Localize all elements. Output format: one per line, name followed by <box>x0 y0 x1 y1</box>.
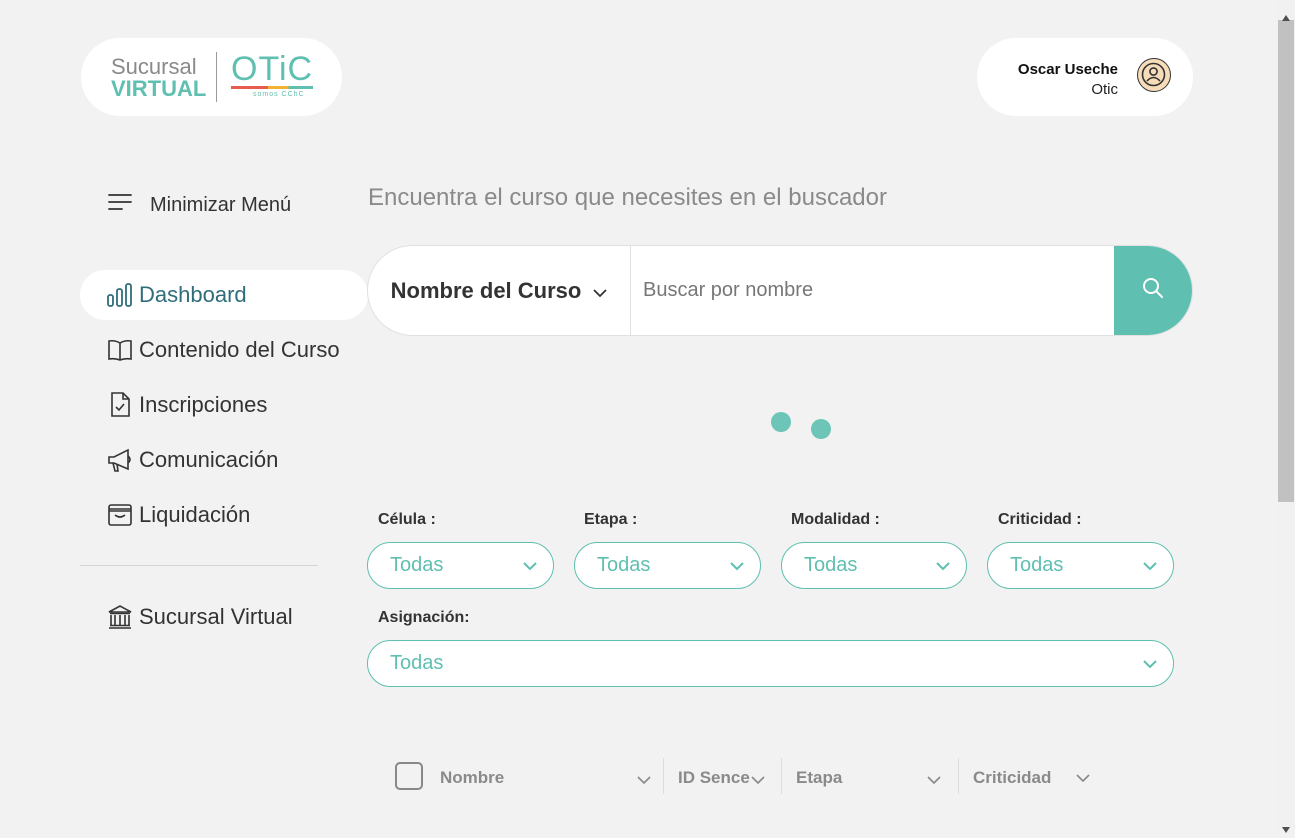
logo-tagline: somos CChC <box>253 91 305 98</box>
minimize-menu-label: Minimizar Menú <box>150 193 292 216</box>
chevron-down-icon[interactable] <box>637 772 651 790</box>
sidebar-item-comunicacion[interactable]: Comunicación <box>80 435 368 485</box>
chevron-down-icon <box>1143 554 1157 577</box>
logo-divider <box>216 52 217 102</box>
wallet-icon <box>107 502 133 528</box>
celula-select[interactable]: Todas <box>367 542 554 589</box>
user-circle-icon[interactable] <box>1137 58 1171 92</box>
chevron-down-icon <box>523 554 537 577</box>
loading-dot <box>811 419 831 439</box>
chevron-down-icon[interactable] <box>751 772 765 790</box>
column-header-id-sence[interactable]: ID Sence <box>678 768 750 788</box>
user-org: Otic <box>1091 81 1118 98</box>
chevron-down-icon <box>730 554 744 577</box>
select-value: Todas <box>597 554 651 576</box>
select-value: Todas <box>804 554 858 576</box>
column-header-etapa[interactable]: Etapa <box>796 768 842 788</box>
book-icon <box>107 337 133 363</box>
sidebar-item-sucursal-virtual[interactable]: Sucursal Virtual <box>80 592 368 642</box>
scroll-down-arrow-icon[interactable] <box>1282 820 1290 838</box>
user-name: Oscar Useche <box>1017 61 1118 78</box>
sidebar-item-label: Contenido del Curso <box>139 337 340 362</box>
filter-label-modalidad: Modalidad : <box>791 511 880 528</box>
bar-chart-icon <box>107 282 133 308</box>
column-separator <box>663 758 664 794</box>
chevron-down-icon <box>936 554 950 577</box>
filter-label-etapa: Etapa : <box>584 511 638 528</box>
search-bar: Nombre del Curso <box>367 245 1193 336</box>
search-type-label: Nombre del Curso <box>390 277 582 303</box>
sidebar-item-dashboard[interactable]: Dashboard <box>80 270 368 320</box>
search-button[interactable] <box>1114 246 1192 335</box>
logo-color-bar <box>231 86 313 89</box>
chevron-down-icon[interactable] <box>927 772 941 790</box>
menu-lines-icon <box>108 193 132 217</box>
chevron-down-icon <box>1143 652 1157 675</box>
scrollbar-thumb[interactable] <box>1278 20 1294 502</box>
logo-brand: OTiC <box>231 50 314 88</box>
sidebar-item-liquidacion[interactable]: Liquidación <box>80 490 368 540</box>
column-header-nombre[interactable]: Nombre <box>440 768 504 788</box>
sidebar-item-label: Sucursal Virtual <box>139 604 293 629</box>
loading-dot <box>771 412 791 432</box>
logo-card[interactable]: Sucursal VIRTUAL OTiC somos CChC <box>81 38 342 116</box>
select-all-checkbox[interactable] <box>395 762 423 790</box>
chevron-down-icon <box>593 278 607 304</box>
page-headline: Encuentra el curso que necesites en el b… <box>368 184 887 211</box>
sidebar-item-label: Dashboard <box>139 282 247 307</box>
sidebar-item-label: Comunicación <box>139 447 279 472</box>
logo-text-sucursal: Sucursal <box>111 54 197 79</box>
asignacion-select[interactable]: Todas <box>367 640 1174 687</box>
search-type-dropdown[interactable]: Nombre del Curso <box>368 246 631 335</box>
criticidad-select[interactable]: Todas <box>987 542 1174 589</box>
sidebar-item-inscripciones[interactable]: Inscripciones <box>80 380 368 430</box>
filter-label-celula: Célula : <box>378 511 436 528</box>
sidebar-item-label: Liquidación <box>139 502 251 527</box>
column-separator <box>781 758 782 794</box>
logo-text-virtual: VIRTUAL <box>111 76 207 101</box>
sidebar-divider <box>80 565 318 566</box>
column-header-criticidad[interactable]: Criticidad <box>973 768 1051 788</box>
select-value: Todas <box>390 652 444 674</box>
chevron-down-icon[interactable] <box>1076 770 1090 788</box>
modalidad-select[interactable]: Todas <box>781 542 967 589</box>
filter-label-asignacion: Asignación: <box>378 609 470 626</box>
select-value: Todas <box>390 554 444 576</box>
search-icon <box>1142 277 1164 304</box>
column-separator <box>958 758 959 794</box>
sidebar-item-contenido[interactable]: Contenido del Curso <box>80 325 368 375</box>
user-card[interactable]: Oscar Useche Otic <box>977 38 1193 116</box>
minimize-menu-button[interactable]: Minimizar Menú <box>108 193 291 217</box>
bank-icon <box>107 604 133 630</box>
megaphone-icon <box>107 447 133 473</box>
search-input[interactable] <box>631 246 1115 335</box>
etapa-select[interactable]: Todas <box>574 542 761 589</box>
filter-label-criticidad: Criticidad : <box>998 511 1082 528</box>
sidebar-item-label: Inscripciones <box>139 392 268 417</box>
scroll-up-arrow-icon[interactable] <box>1282 8 1290 26</box>
file-check-icon <box>107 392 133 418</box>
select-value: Todas <box>1010 554 1064 576</box>
